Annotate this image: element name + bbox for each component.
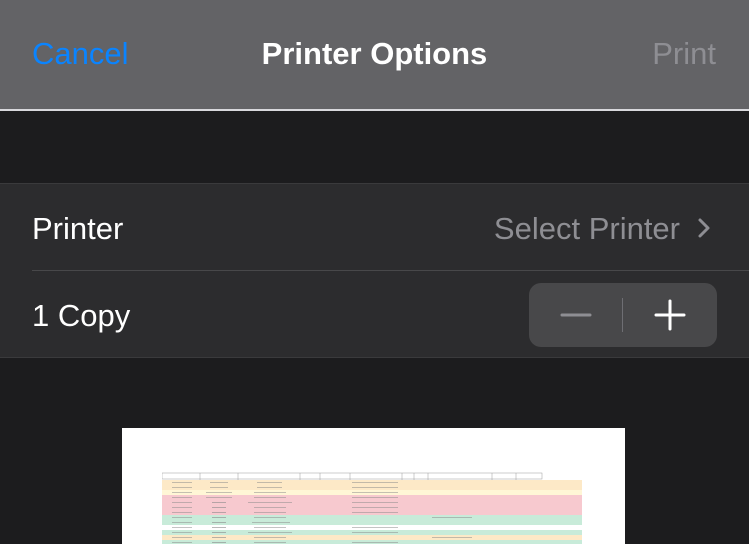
plus-icon (654, 299, 686, 331)
options-group: Printer Select Printer 1 Copy (0, 183, 749, 358)
copies-stepper (529, 283, 717, 347)
page-title: Printer Options (261, 36, 488, 71)
increment-button[interactable] (623, 283, 717, 347)
page-preview-thumbnail[interactable] (122, 428, 625, 544)
print-preview-area (0, 359, 749, 544)
printer-row[interactable]: Printer Select Printer (0, 184, 749, 271)
spreadsheet-preview-image (162, 471, 582, 544)
decrement-button[interactable] (529, 283, 623, 347)
print-button[interactable]: Print (652, 36, 716, 72)
printer-label: Printer (32, 211, 124, 246)
select-printer-value[interactable]: Select Printer (494, 211, 680, 247)
copies-label: 1 Copy (32, 298, 131, 333)
copies-row: 1 Copy (0, 271, 749, 358)
chevron-right-icon (698, 218, 710, 238)
navigation-bar: Cancel Printer Options Print (0, 0, 749, 111)
section-spacer (0, 113, 749, 183)
minus-icon (560, 313, 592, 317)
